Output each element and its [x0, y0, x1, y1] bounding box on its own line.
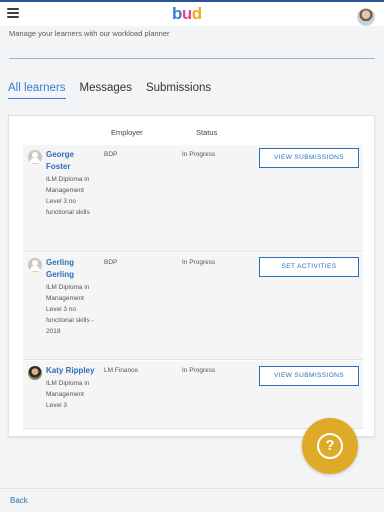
column-header-status: Status: [196, 128, 218, 137]
header-divider: [9, 58, 375, 59]
bud-logo[interactable]: bud: [172, 5, 202, 23]
learner-name-link[interactable]: Gerling Gerling: [46, 257, 100, 281]
profile-avatar[interactable]: [357, 8, 375, 26]
learner-employer: LM Finance: [104, 367, 138, 374]
column-header-employer: Employer: [111, 128, 143, 137]
set-activities-button[interactable]: SET ACTIVITIES: [259, 257, 359, 277]
tab-all-learners[interactable]: All learners: [8, 82, 66, 99]
learner-row: Gerling Gerling ILM Diploma in Managemen…: [23, 253, 363, 360]
view-submissions-button[interactable]: VIEW SUBMISSIONS: [259, 366, 359, 386]
default-user-icon: [28, 258, 42, 272]
page-subtitle: Manage your learners with our workload p…: [9, 29, 170, 38]
back-link[interactable]: Back: [10, 496, 28, 505]
learner-row: Katy Rippley ILM Diploma in Management L…: [23, 361, 363, 429]
tab-bar: All learners Messages Submissions: [8, 82, 211, 99]
learner-course: ILM Diploma in Management Level 3 no fun…: [46, 176, 90, 216]
default-user-icon: [28, 150, 42, 164]
learner-employer: BDP: [104, 259, 118, 266]
learner-row: George Foster ILM Diploma in Management …: [23, 145, 363, 252]
help-button[interactable]: ?: [302, 418, 358, 474]
learner-status: In Progress: [182, 151, 216, 158]
top-bar: bud: [0, 0, 384, 26]
learner-name-link[interactable]: George Foster: [46, 149, 100, 173]
learner-status: In Progress: [182, 259, 216, 266]
view-submissions-button[interactable]: VIEW SUBMISSIONS: [259, 148, 359, 168]
question-mark-icon: ?: [317, 433, 343, 459]
hamburger-menu-icon[interactable]: [7, 8, 19, 18]
user-photo-avatar: [28, 366, 42, 380]
learners-table-card: Employer Status George Foster ILM Diplom…: [8, 115, 375, 437]
learner-employer: BDP: [104, 151, 118, 158]
learner-course: ILM Diploma in Management Level 3 no fun…: [46, 284, 94, 335]
learner-status: In Progress: [182, 367, 216, 374]
tab-messages[interactable]: Messages: [80, 82, 132, 99]
footer-bar: Back: [0, 488, 384, 512]
tab-submissions[interactable]: Submissions: [146, 82, 211, 99]
learner-course: ILM Diploma in Management Level 3: [46, 380, 90, 409]
